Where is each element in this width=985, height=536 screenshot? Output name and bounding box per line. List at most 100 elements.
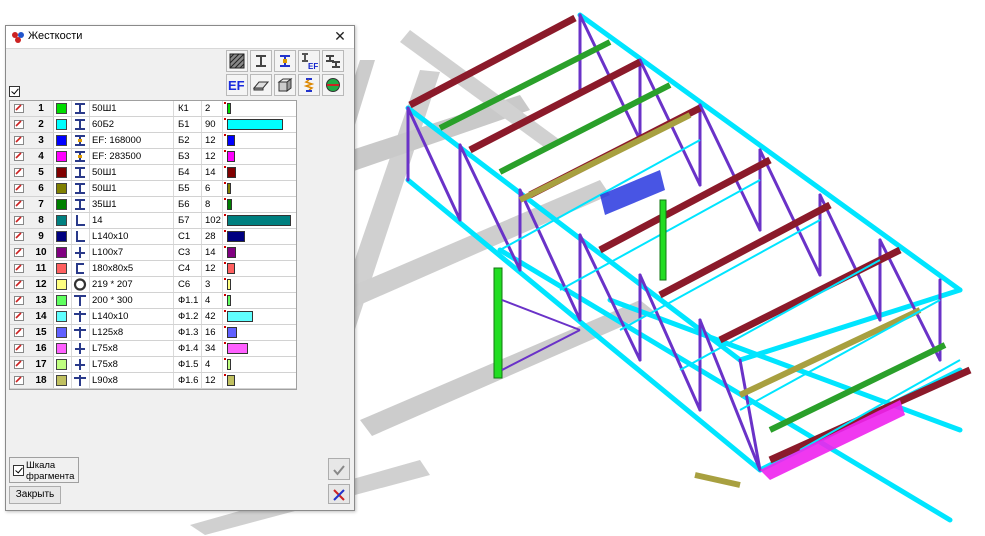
count-bar-cell [224,149,296,164]
multi-section-icon[interactable] [322,50,344,72]
solid-box-icon[interactable] [274,74,296,96]
row-edit-cell[interactable] [10,373,30,388]
section-code: Б7 [175,213,202,228]
table-row[interactable]: 14 L140x10 Ф1.2 42 [10,309,296,325]
table-row[interactable]: 16 L75x8 Ф1.4 34 [10,341,296,357]
marker-tick [224,326,226,328]
color-swatch [56,359,67,370]
row-color-cell[interactable] [53,309,72,324]
marker-tick [224,310,226,312]
color-swatch [56,327,67,338]
i-beam-icon[interactable] [250,50,272,72]
row-color-cell[interactable] [53,373,72,388]
section-type-icon [71,341,90,356]
table-row[interactable]: 17 L75x8 Ф1.5 4 [10,357,296,373]
ef-icon[interactable]: EF [226,74,248,96]
row-edit-cell[interactable] [10,133,30,148]
row-edit-cell[interactable] [10,149,30,164]
hatch-section-icon[interactable] [226,50,248,72]
row-color-cell[interactable] [53,197,72,212]
row-edit-cell[interactable] [10,229,30,244]
row-color-cell[interactable] [53,133,72,148]
table-row[interactable]: 15 L125x8 Ф1.3 16 [10,325,296,341]
row-edit-cell[interactable] [10,341,30,356]
row-edit-cell[interactable] [10,197,30,212]
row-color-cell[interactable] [53,229,72,244]
row-edit-cell[interactable] [10,245,30,260]
close-icon[interactable]: ✕ [332,28,348,44]
marker-tick [224,214,226,216]
row-color-cell[interactable] [53,165,72,180]
count-bar [227,263,235,274]
row-color-cell[interactable] [53,277,72,292]
count-bar [227,279,231,290]
row-color-cell[interactable] [53,245,72,260]
row-edit-cell[interactable] [10,117,30,132]
row-color-cell[interactable] [53,149,72,164]
row-edit-cell[interactable] [10,357,30,372]
row-color-cell[interactable] [53,181,72,196]
count-bar-cell [224,357,296,372]
table-row[interactable]: 12 219 * 207 С6 3 [10,277,296,293]
fragment-scale-option[interactable]: Шкала фрагмента [9,457,79,483]
table-row[interactable]: 10 L100x7 С3 14 [10,245,296,261]
spring-icon[interactable] [298,74,320,96]
table-row[interactable]: 2 60Б2 Б1 90 [10,117,296,133]
fragment-scale-checkbox[interactable] [13,465,24,476]
table-row[interactable]: 1 50Ш1 К1 2 [10,101,296,117]
help-button[interactable] [328,484,350,504]
element-count: 3 [203,277,223,292]
section-name: EF: 283500 [90,149,174,164]
row-color-cell[interactable] [53,213,72,228]
fragment-scale-label: Шкала фрагмента [26,460,75,482]
row-edit-cell[interactable] [10,165,30,180]
ef-small-icon[interactable]: EF [298,50,320,72]
row-number: 5 [29,165,54,180]
table-row[interactable]: 9 L140x10 С1 28 [10,229,296,245]
row-color-cell[interactable] [53,101,72,116]
section-type-icon [71,117,90,132]
i-beam-highlight-icon[interactable] [274,50,296,72]
count-bar-cell [224,117,296,132]
row-edit-cell[interactable] [10,181,30,196]
table-row[interactable]: 8 14 Б7 102 [10,213,296,229]
table-row[interactable]: 11 180x80x5 С4 12 [10,261,296,277]
row-color-cell[interactable] [53,357,72,372]
row-edit-cell[interactable] [10,325,30,340]
row-color-cell[interactable] [53,261,72,276]
element-count: 12 [203,149,223,164]
table-row[interactable]: 3 EF: 168000 Б2 12 [10,133,296,149]
table-row[interactable]: 6 50Ш1 Б5 6 [10,181,296,197]
element-count: 4 [203,293,223,308]
close-button[interactable]: Закрыть [9,486,61,504]
row-edit-cell[interactable] [10,213,30,228]
row-edit-cell[interactable] [10,261,30,276]
row-color-cell[interactable] [53,325,72,340]
section-type-icon [71,133,90,148]
row-edit-cell[interactable] [10,309,30,324]
row-color-cell[interactable] [53,341,72,356]
edit-icon [14,152,24,161]
table-row[interactable]: 5 50Ш1 Б4 14 [10,165,296,181]
select-all-checkbox[interactable] [9,86,20,97]
count-bar-cell [224,181,296,196]
color-swatch [56,135,67,146]
count-bar-cell [224,373,296,388]
table-row[interactable]: 7 35Ш1 Б6 8 [10,197,296,213]
element-count: 6 [203,181,223,196]
apply-button[interactable] [328,458,350,480]
marker-tick [224,246,226,248]
row-color-cell[interactable] [53,293,72,308]
plate-icon[interactable] [250,74,272,96]
row-edit-cell[interactable] [10,277,30,292]
row-edit-cell[interactable] [10,293,30,308]
row-edit-cell[interactable] [10,101,30,116]
table-row[interactable]: 13 200 * 300 Ф1.1 4 [10,293,296,309]
section-type-icon [71,293,90,308]
table-row[interactable]: 18 L90x8 Ф1.6 12 [10,373,296,389]
globe-icon[interactable] [322,74,344,96]
table-row[interactable]: 4 EF: 283500 Б3 12 [10,149,296,165]
section-name: 50Ш1 [90,101,174,116]
row-color-cell[interactable] [53,117,72,132]
row-number: 8 [29,213,54,228]
